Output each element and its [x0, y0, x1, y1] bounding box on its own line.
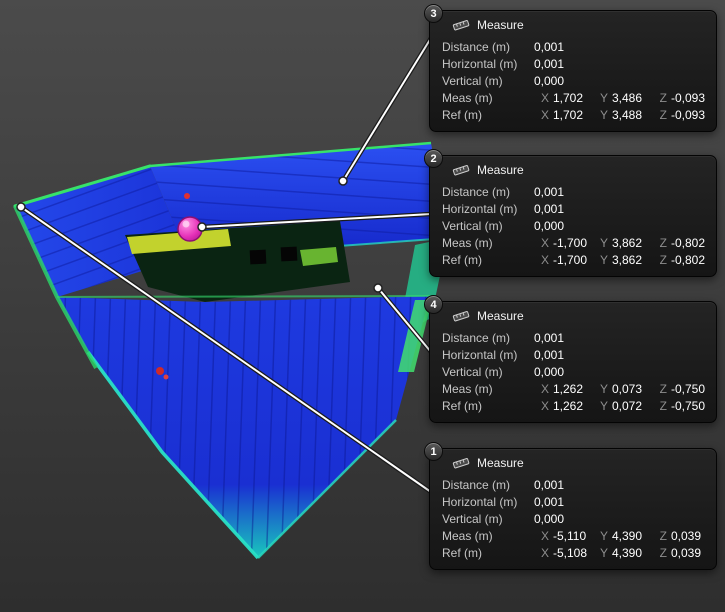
- distance-row: Distance (m)0,001: [430, 38, 716, 55]
- meas-row: Meas (m)X-5,110Y4,390Z0,039: [430, 527, 716, 544]
- ref-row: Ref (m)X1,702Y3,488Z-0,093: [430, 106, 716, 123]
- horizontal-row: Horizontal (m)0,001: [430, 493, 716, 510]
- ref-row: Ref (m)X1,262Y0,072Z-0,750: [430, 397, 716, 414]
- building-courtyard: [125, 221, 350, 302]
- horizontal-row: Horizontal (m)0,001: [430, 346, 716, 363]
- measure-panel-1[interactable]: 1 Measure Distance (m)0,001 Horizontal (…: [429, 448, 717, 570]
- vertical-row: Vertical (m)0,000: [430, 72, 716, 89]
- ref-row: Ref (m)X-1,700Y3,862Z-0,802: [430, 251, 716, 268]
- ruler-icon: [452, 164, 470, 176]
- measure-panel-2[interactable]: 2 Measure Distance (m)0,001 Horizontal (…: [429, 155, 717, 277]
- panel-title-label: Measure: [477, 163, 524, 177]
- panel-title-label: Measure: [477, 456, 524, 470]
- horizontal-row: Horizontal (m)0,001: [430, 200, 716, 217]
- viewport-3d[interactable]: 3 Measure Distance (m)0,001 Horizontal (…: [0, 0, 725, 612]
- panel-title: Measure: [430, 11, 716, 38]
- vertical-row: Vertical (m)0,000: [430, 217, 716, 234]
- measure-badge-4: 4: [424, 295, 443, 314]
- measure-badge-2: 2: [424, 149, 443, 168]
- measure-badge-3: 3: [424, 4, 443, 23]
- measure-panel-4[interactable]: 4 Measure Distance (m)0,001 Horizontal (…: [429, 301, 717, 423]
- horizontal-row: Horizontal (m)0,001: [430, 55, 716, 72]
- ref-row: Ref (m)X-5,108Y4,390Z0,039: [430, 544, 716, 561]
- sphere-marker[interactable]: [178, 217, 202, 241]
- measure-panel-3[interactable]: 3 Measure Distance (m)0,001 Horizontal (…: [429, 10, 717, 132]
- panel-title: Measure: [430, 302, 716, 329]
- measure-badge-1: 1: [424, 442, 443, 461]
- distance-row: Distance (m)0,001: [430, 476, 716, 493]
- panel-title: Measure: [430, 449, 716, 476]
- meas-row: Meas (m)X-1,700Y3,862Z-0,802: [430, 234, 716, 251]
- ruler-icon: [452, 310, 470, 322]
- distance-row: Distance (m)0,001: [430, 183, 716, 200]
- vertical-row: Vertical (m)0,000: [430, 363, 716, 380]
- ruler-icon: [452, 19, 470, 31]
- meas-row: Meas (m)X1,702Y3,486Z-0,093: [430, 89, 716, 106]
- distance-row: Distance (m)0,001: [430, 329, 716, 346]
- panel-title-label: Measure: [477, 18, 524, 32]
- ruler-icon: [452, 457, 470, 469]
- panel-title-label: Measure: [477, 309, 524, 323]
- vertical-row: Vertical (m)0,000: [430, 510, 716, 527]
- panel-title: Measure: [430, 156, 716, 183]
- meas-row: Meas (m)X1,262Y0,073Z-0,750: [430, 380, 716, 397]
